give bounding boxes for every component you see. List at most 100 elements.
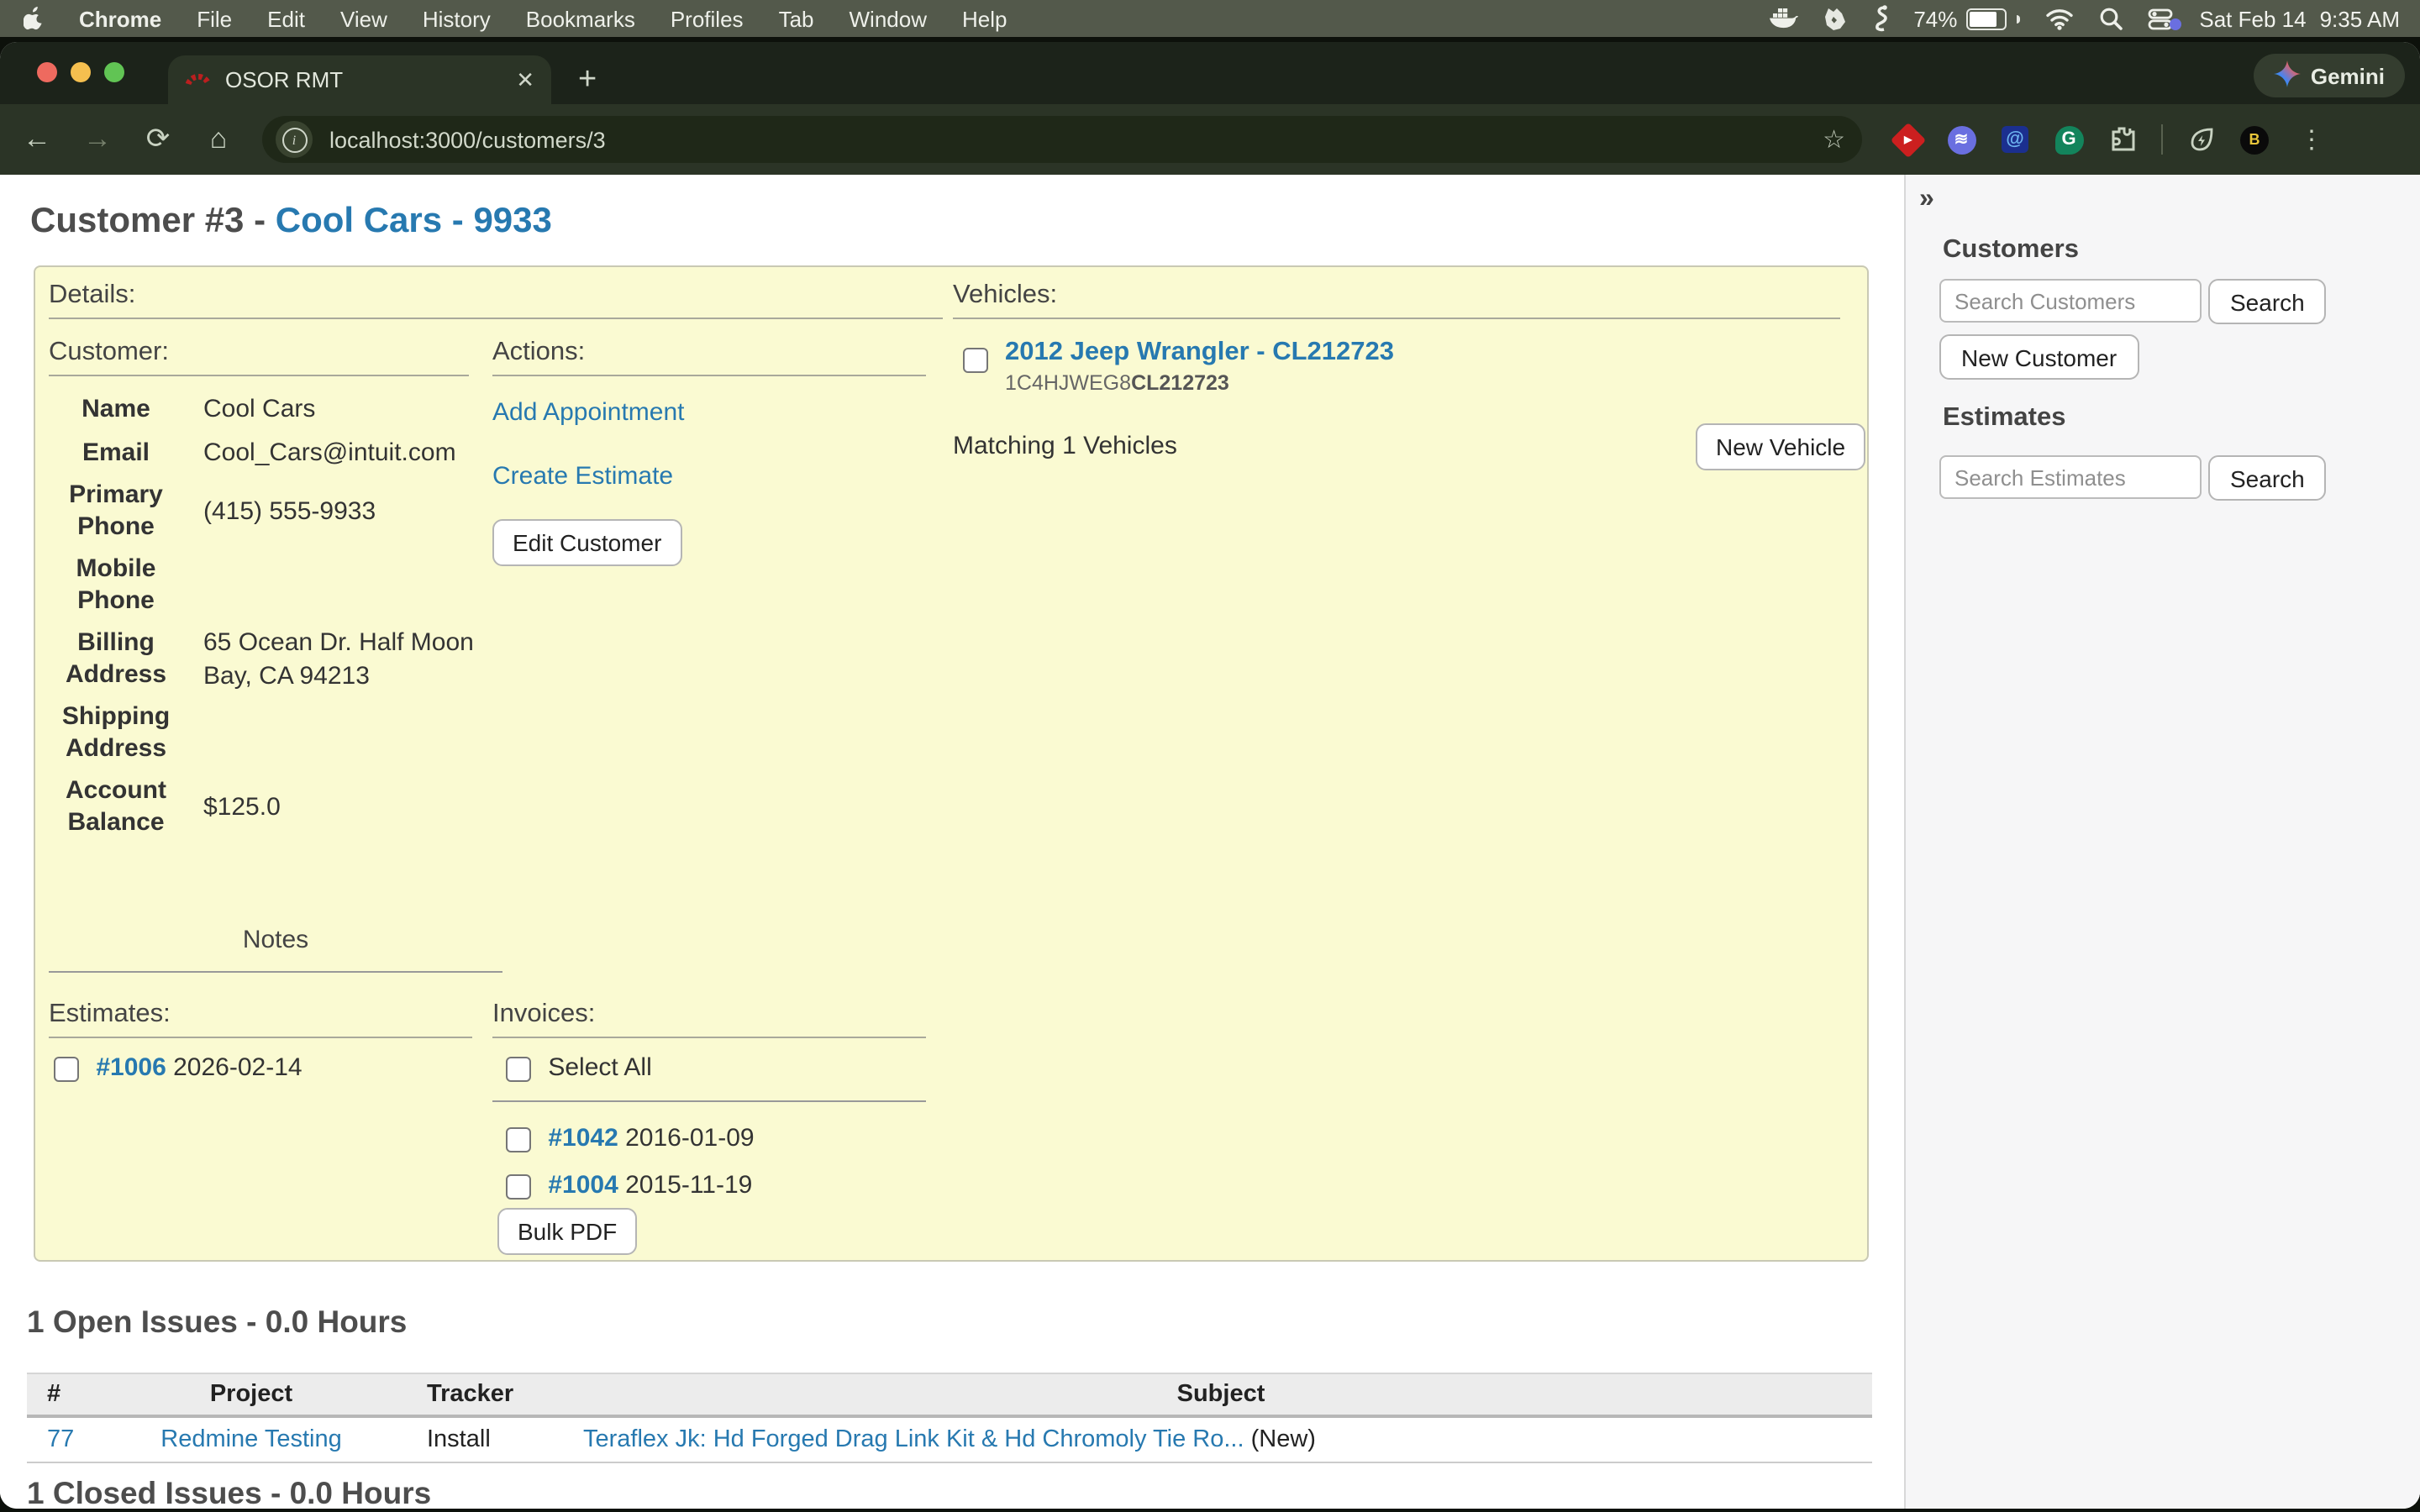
issue-id-link[interactable]: 77 — [47, 1426, 74, 1453]
menu-window[interactable]: Window — [850, 6, 928, 31]
extensions-row: ▸ ≋ @ G B ⋮ — [1892, 124, 2341, 155]
purple-circle-ext-icon[interactable]: ≋ — [1946, 124, 1976, 155]
estimate-checkbox[interactable] — [54, 1056, 79, 1081]
customer-name-link[interactable]: Cool Cars - 9933 — [276, 202, 552, 240]
field-row-name: Name Cool Cars — [49, 388, 536, 432]
page-content: Customer #3 - Cool Cars - 9933 Details: … — [0, 175, 2420, 1509]
close-window-button[interactable] — [37, 62, 57, 82]
create-estimate-link[interactable]: Create Estimate — [492, 462, 673, 491]
customer-fields: Name Cool Cars Email Cool_Cars@intuit.co… — [49, 388, 536, 845]
invoice-link[interactable]: #1004 — [548, 1171, 618, 1200]
right-sidebar: » Customers Search New Customer Estimate… — [1904, 175, 2420, 1509]
home-icon[interactable]: ⌂ — [188, 123, 249, 156]
menu-file[interactable]: File — [197, 6, 232, 31]
apple-icon[interactable] — [24, 6, 45, 31]
vehicle-checkbox[interactable] — [963, 348, 988, 373]
battery-icon — [1965, 8, 2006, 29]
col-header-project: Project — [121, 1373, 381, 1416]
site-info-icon[interactable]: i — [276, 121, 313, 158]
notes-divider — [49, 971, 502, 973]
invoice-date: 2016-01-09 — [625, 1124, 754, 1152]
field-label: Primary Phone — [49, 481, 183, 544]
menu-history[interactable]: History — [423, 6, 491, 31]
menu-tab[interactable]: Tab — [779, 6, 814, 31]
invoice-row: #1042 2016-01-09 — [506, 1124, 755, 1152]
address-bar[interactable]: i localhost:3000/customers/3 ☆ — [262, 116, 1862, 163]
url-text[interactable]: localhost:3000/customers/3 — [329, 127, 1823, 152]
menubar-app-icon-snake[interactable] — [1873, 5, 1888, 32]
search-customers-button[interactable]: Search — [2208, 279, 2327, 324]
field-label: Mobile Phone — [49, 555, 183, 618]
invoice-link[interactable]: #1042 — [548, 1124, 618, 1152]
select-all-checkbox[interactable] — [506, 1056, 531, 1081]
battery-percent-label: 74% — [1913, 6, 1957, 31]
issue-project-link[interactable]: Redmine Testing — [160, 1426, 342, 1453]
sidebar-customers-heading: Customers — [1943, 235, 2079, 265]
back-icon[interactable]: ← — [7, 123, 67, 156]
issue-subject-link[interactable]: Teraflex Jk: Hd Forged Drag Link Kit & H… — [583, 1426, 1244, 1453]
profile-avatar[interactable]: B — [2240, 125, 2269, 154]
red-diamond-ext-icon[interactable]: ▸ — [1892, 124, 1923, 155]
bulk-pdf-button[interactable]: Bulk PDF — [497, 1208, 637, 1255]
search-customers-input[interactable] — [1939, 279, 2202, 323]
menu-chrome[interactable]: Chrome — [79, 6, 161, 31]
field-label: Name — [49, 394, 183, 426]
menubar-app-icon-fox[interactable] — [1823, 6, 1848, 31]
wifi-icon[interactable] — [2044, 8, 2073, 29]
menubar-clock[interactable]: Sat Feb 14 9:35 AM — [2199, 6, 2400, 31]
issue-row: 77 Redmine Testing Install Teraflex Jk: … — [27, 1416, 1872, 1462]
tab-strip: OSOR RMT ✕ + Gemini — [0, 42, 2420, 104]
menu-view[interactable]: View — [340, 6, 387, 31]
matching-vehicles-text: Matching 1 Vehicles — [953, 432, 1177, 460]
reload-icon[interactable]: ⟳ — [128, 123, 188, 156]
redmine-favicon — [185, 64, 212, 96]
menu-edit[interactable]: Edit — [267, 6, 305, 31]
spotlight-search-icon[interactable] — [2098, 7, 2122, 30]
edit-customer-button[interactable]: Edit Customer — [492, 519, 681, 566]
field-row-mobile-phone: Mobile Phone — [49, 549, 536, 623]
invoice-checkbox[interactable] — [506, 1173, 531, 1199]
collapse-sidebar-icon[interactable]: » — [1919, 185, 1934, 215]
add-appointment-link[interactable]: Add Appointment — [492, 398, 685, 427]
open-issues-heading: 1 Open Issues - 0.0 Hours — [27, 1304, 407, 1341]
tab-close-icon[interactable]: ✕ — [516, 66, 534, 93]
customer-section-title: Customer: — [49, 338, 469, 376]
menu-help[interactable]: Help — [962, 6, 1007, 31]
control-center-icon[interactable] — [2147, 8, 2174, 29]
forward-icon[interactable]: → — [67, 123, 128, 156]
search-estimates-input[interactable] — [1939, 455, 2202, 499]
menu-profiles[interactable]: Profiles — [671, 6, 744, 31]
new-customer-button[interactable]: New Customer — [1939, 334, 2139, 380]
browser-menu-icon[interactable]: ⋮ — [2299, 124, 2324, 155]
sidebar-estimates-heading: Estimates — [1943, 403, 2065, 433]
battery-indicator[interactable]: 74% — [1913, 6, 2019, 31]
docker-icon[interactable] — [1769, 7, 1797, 30]
grammarly-ext-icon[interactable]: G — [2054, 124, 2084, 155]
minimize-window-button[interactable] — [71, 62, 91, 82]
zoom-window-button[interactable] — [104, 62, 124, 82]
page-title-prefix: Customer #3 - — [30, 202, 276, 240]
field-row-email: Email Cool_Cars@intuit.com — [49, 432, 536, 475]
main-area: Customer #3 - Cool Cars - 9933 Details: … — [0, 175, 1904, 1509]
puzzle-extensions-icon[interactable] — [2107, 124, 2138, 155]
estimate-date: 2026-02-14 — [173, 1053, 302, 1082]
screen: Chrome File Edit View History Bookmarks … — [0, 0, 2420, 1512]
customer-details-panel: Details: Customer: Name Cool Cars Email … — [34, 265, 1869, 1262]
gemini-button[interactable]: Gemini — [2254, 54, 2405, 97]
blue-at-lock-ext-icon[interactable]: @ — [2000, 124, 2030, 155]
traffic-lights — [37, 62, 124, 82]
browser-tab[interactable]: OSOR RMT ✕ — [168, 55, 551, 104]
bookmark-star-icon[interactable]: ☆ — [1823, 124, 1845, 155]
new-vehicle-button[interactable]: New Vehicle — [1696, 423, 1865, 470]
search-estimates-button[interactable]: Search — [2208, 455, 2327, 501]
new-tab-icon[interactable]: + — [578, 55, 597, 104]
menu-bookmarks[interactable]: Bookmarks — [526, 6, 635, 31]
estimate-link[interactable]: #1006 — [96, 1053, 166, 1082]
vehicles-section-title: Vehicles: — [953, 281, 1840, 319]
tab-title: OSOR RMT — [225, 67, 516, 92]
vehicle-link[interactable]: 2012 Jeep Wrangler - CL212723 — [1005, 338, 1394, 366]
invoice-checkbox[interactable] — [506, 1126, 531, 1152]
gemini-label: Gemini — [2311, 63, 2385, 88]
menubar-time: 9:35 AM — [2320, 6, 2400, 31]
leaf-energy-icon[interactable] — [2186, 124, 2217, 155]
